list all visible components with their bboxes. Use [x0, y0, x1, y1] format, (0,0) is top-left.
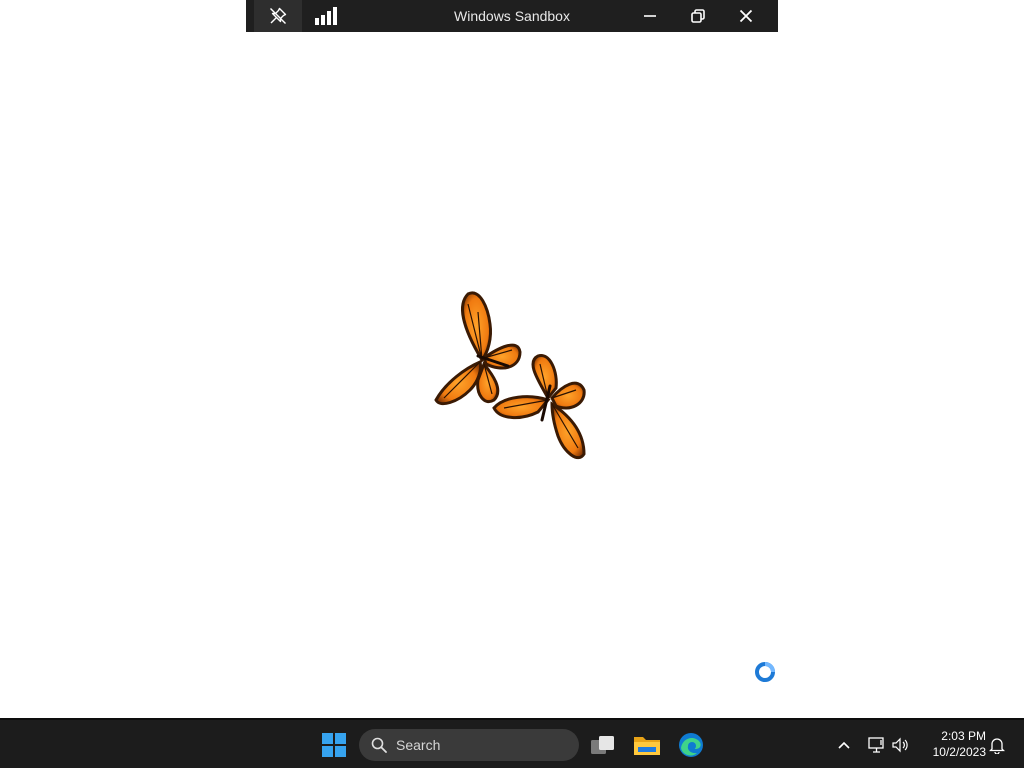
edge-button[interactable] — [671, 725, 711, 765]
show-hidden-icons-button[interactable] — [828, 725, 860, 765]
taskbar-search-box[interactable]: Search — [359, 729, 579, 761]
search-icon — [371, 737, 387, 753]
restore-icon — [691, 9, 705, 23]
minimize-icon — [644, 15, 656, 17]
clock-time: 2:03 PM — [941, 729, 986, 743]
minimize-button[interactable] — [626, 0, 674, 32]
volume-button[interactable] — [890, 725, 912, 765]
chevron-up-icon — [838, 741, 850, 749]
taskbar-clock[interactable]: 2:03 PM 10/2/2023 — [918, 728, 986, 760]
notifications-button[interactable] — [986, 725, 1008, 765]
busy-cursor-icon — [755, 662, 775, 682]
unpin-icon[interactable] — [254, 0, 302, 32]
sandbox-connection-bar: Windows Sandbox — [246, 0, 778, 32]
butterfly-lower — [492, 354, 586, 460]
bell-icon — [989, 738, 1005, 754]
network-icon — [868, 737, 884, 753]
task-view-button[interactable] — [583, 725, 623, 765]
close-button[interactable] — [722, 0, 770, 32]
signal-bars-icon[interactable] — [302, 0, 350, 32]
network-button[interactable] — [866, 725, 888, 765]
search-label: Search — [396, 737, 441, 753]
desktop — [0, 32, 1024, 718]
file-explorer-button[interactable] — [627, 725, 667, 765]
windows-start-icon — [322, 733, 346, 757]
file-explorer-icon — [634, 737, 660, 755]
task-view-icon — [591, 736, 614, 754]
close-icon — [739, 9, 753, 23]
clock-date: 10/2/2023 — [932, 745, 986, 759]
restore-button[interactable] — [674, 0, 722, 32]
volume-icon — [892, 737, 908, 753]
butterflies-wallpaper — [434, 291, 586, 460]
taskbar: Search 2:03 PM 10/2/2023 — [0, 718, 1024, 768]
butterfly-upper — [434, 291, 522, 406]
start-button[interactable] — [314, 725, 354, 765]
edge-icon — [679, 733, 703, 757]
